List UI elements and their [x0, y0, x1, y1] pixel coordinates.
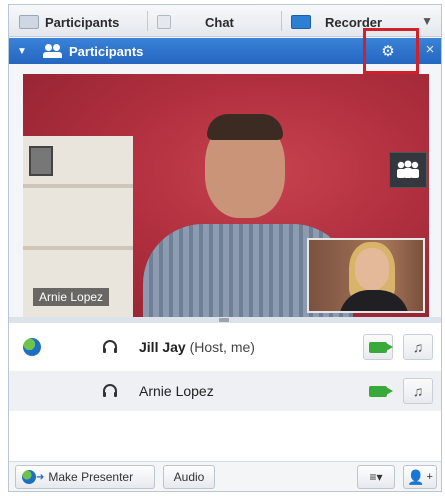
participants-panel-header: ▼ Participants ⚙ × [9, 38, 441, 64]
tab-recorder[interactable]: Recorder [291, 9, 382, 35]
chevron-down-icon[interactable]: ▼ [421, 14, 433, 28]
audio-label: Audio [173, 470, 205, 484]
participant-name-text: Arnie Lopez [139, 383, 214, 399]
close-icon[interactable]: × [421, 41, 439, 61]
tab-divider [147, 11, 148, 31]
microphone-icon: ♫ [412, 339, 424, 355]
video-layout-button[interactable] [389, 152, 427, 188]
make-presenter-label: Make Presenter [48, 470, 134, 484]
list-menu-icon: ≡▾ [369, 470, 383, 484]
collapse-icon[interactable]: ▼ [17, 46, 31, 57]
participant-role: (Host, me) [189, 339, 255, 355]
globe-icon [22, 470, 36, 484]
tab-chat-label: Chat [205, 14, 234, 30]
add-person-icon: 👤 [407, 468, 425, 485]
add-plus: + [426, 471, 433, 483]
make-presenter-button[interactable]: ➜ Make Presenter [15, 465, 155, 489]
camera-icon [369, 341, 393, 353]
tab-chat[interactable]: Chat [157, 9, 234, 35]
arrow-right-icon: ➜ [36, 471, 45, 483]
participant-name: Arnie Lopez [139, 383, 214, 399]
tab-strip: Participants Chat Recorder ▼ [9, 5, 441, 37]
tab-participants-label: Participants [45, 14, 120, 30]
camera-icon [369, 385, 393, 397]
participant-list: Jill Jay (Host, me) ♫ Arnie Lopez ♫ [9, 323, 441, 461]
video-camera-button[interactable] [363, 378, 393, 404]
audio-button[interactable]: Audio [163, 465, 215, 489]
recorder-tab-icon [291, 15, 311, 29]
presenter-globe-icon [23, 338, 41, 356]
self-view-thumbnail[interactable] [307, 238, 425, 313]
mute-button[interactable]: ♫ [403, 334, 433, 360]
tab-recorder-label: Recorder [325, 14, 383, 30]
invite-participant-button[interactable]: 👤 + [403, 465, 437, 489]
participant-row[interactable]: Jill Jay (Host, me) ♫ [9, 327, 441, 367]
chat-tab-icon [157, 15, 171, 29]
tab-divider [281, 11, 282, 31]
headset-icon [103, 340, 117, 353]
participant-name: Jill Jay (Host, me) [139, 339, 255, 355]
video-camera-button[interactable] [363, 334, 393, 360]
participant-name-text: Jill Jay [139, 339, 186, 355]
panel-title: Participants [69, 43, 144, 59]
people-layout-icon [397, 160, 419, 178]
participants-toolbar: ➜ Make Presenter Audio ≡▾ 👤 + [9, 461, 441, 491]
video-viewer: Arnie Lopez [23, 74, 429, 317]
participant-row[interactable]: Arnie Lopez ♫ [9, 371, 441, 411]
participants-window: Participants Chat Recorder ▼ ▼ Participa… [8, 4, 442, 492]
list-options-button[interactable]: ≡▾ [357, 465, 395, 489]
participants-tab-icon [19, 15, 39, 29]
headset-icon [103, 384, 117, 397]
mute-button[interactable]: ♫ [403, 378, 433, 404]
speaker-name-overlay: Arnie Lopez [33, 288, 110, 306]
participants-icon [43, 44, 63, 58]
gear-icon[interactable]: ⚙ [377, 40, 399, 62]
tab-participants[interactable]: Participants [19, 9, 119, 35]
microphone-icon: ♫ [412, 383, 424, 399]
